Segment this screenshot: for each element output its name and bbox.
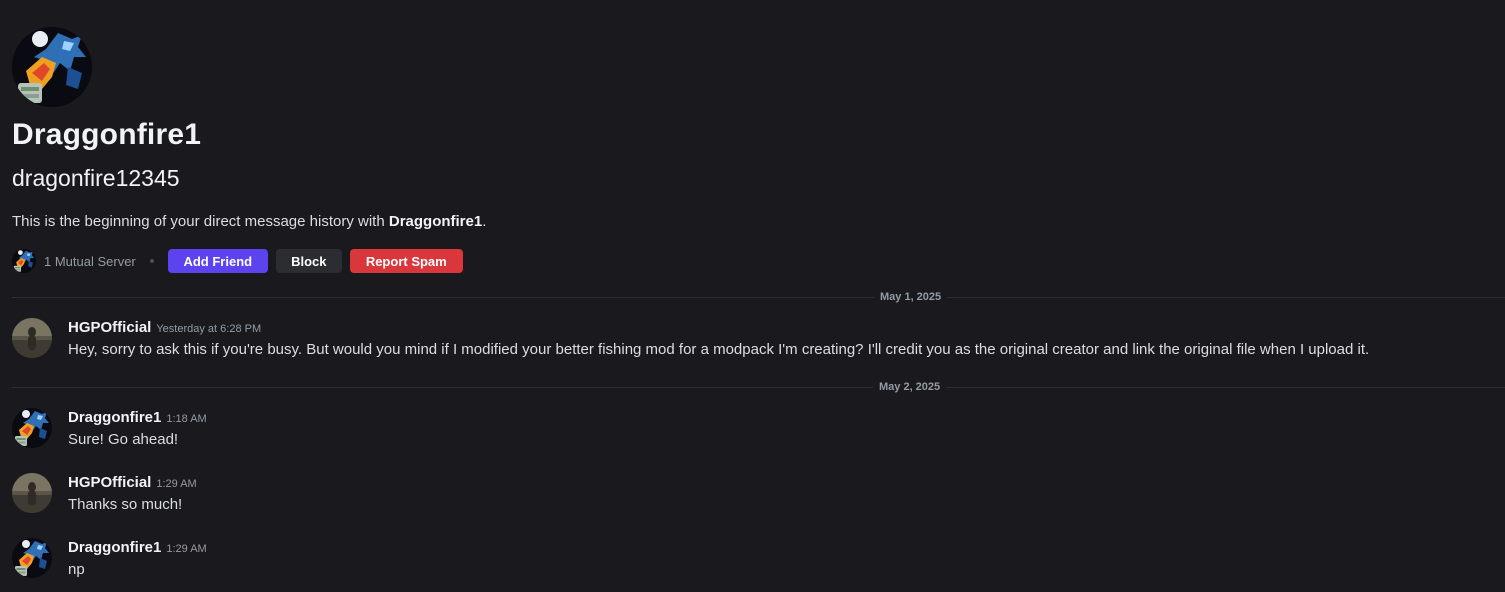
intro-name: Draggonfire1 <box>388 213 483 230</box>
report-spam-button[interactable]: Report Spam <box>349 249 463 273</box>
block-button[interactable]: Block <box>275 249 342 273</box>
avatar[interactable] <box>12 408 52 448</box>
message-author[interactable]: Draggonfire1 <box>68 409 161 426</box>
intro-prefix: This is the beginning of your direct mes… <box>12 213 389 230</box>
message-header: HGPOfficial 1:29 AM <box>68 473 197 494</box>
message-timestamp: 1:29 AM <box>166 543 207 555</box>
message-author[interactable]: HGPOfficial <box>68 319 151 336</box>
message-timestamp: Yesterday at 6:28 PM <box>156 323 262 335</box>
message-content: np <box>68 561 85 578</box>
message-header: Draggonfire1 1:18 AM <box>68 408 207 429</box>
avatar[interactable] <box>12 473 52 513</box>
intro-suffix: . <box>482 213 487 230</box>
profile-actions: 1 Mutual Server Add Friend Block Report … <box>12 249 471 273</box>
message-timestamp: 1:29 AM <box>156 478 197 490</box>
mutual-server-icon[interactable] <box>12 249 36 273</box>
date-divider-label: May 1, 2025 <box>874 290 948 304</box>
separator-dot <box>149 259 154 263</box>
date-divider-label: May 2, 2025 <box>873 380 947 394</box>
message-content: Thanks so much! <box>68 496 183 513</box>
mutual-servers-link[interactable]: 1 Mutual Server <box>44 254 136 269</box>
message-header: HGPOfficial Yesterday at 6:28 PM <box>68 318 261 339</box>
message-author[interactable]: HGPOfficial <box>68 474 151 491</box>
message-header: Draggonfire1 1:29 AM <box>68 538 207 559</box>
message-content: Hey, sorry to ask this if you're busy. B… <box>68 341 1370 358</box>
message-author[interactable]: Draggonfire1 <box>68 539 161 556</box>
avatar[interactable] <box>12 538 52 578</box>
message-content: Sure! Go ahead! <box>68 431 179 448</box>
message-timestamp: 1:18 AM <box>166 413 207 425</box>
date-divider <box>12 297 1505 298</box>
profile-username: dragonfire12345 <box>12 165 180 191</box>
date-divider <box>12 387 1505 388</box>
avatar[interactable] <box>12 318 52 358</box>
profile-display-name: Draggonfire1 <box>12 118 202 151</box>
add-friend-button[interactable]: Add Friend <box>167 249 268 273</box>
profile-avatar[interactable] <box>12 27 92 107</box>
dm-intro-text: This is the beginning of your direct mes… <box>12 212 486 232</box>
dm-channel: Draggonfire1 dragonfire12345 This is the… <box>0 0 1505 592</box>
